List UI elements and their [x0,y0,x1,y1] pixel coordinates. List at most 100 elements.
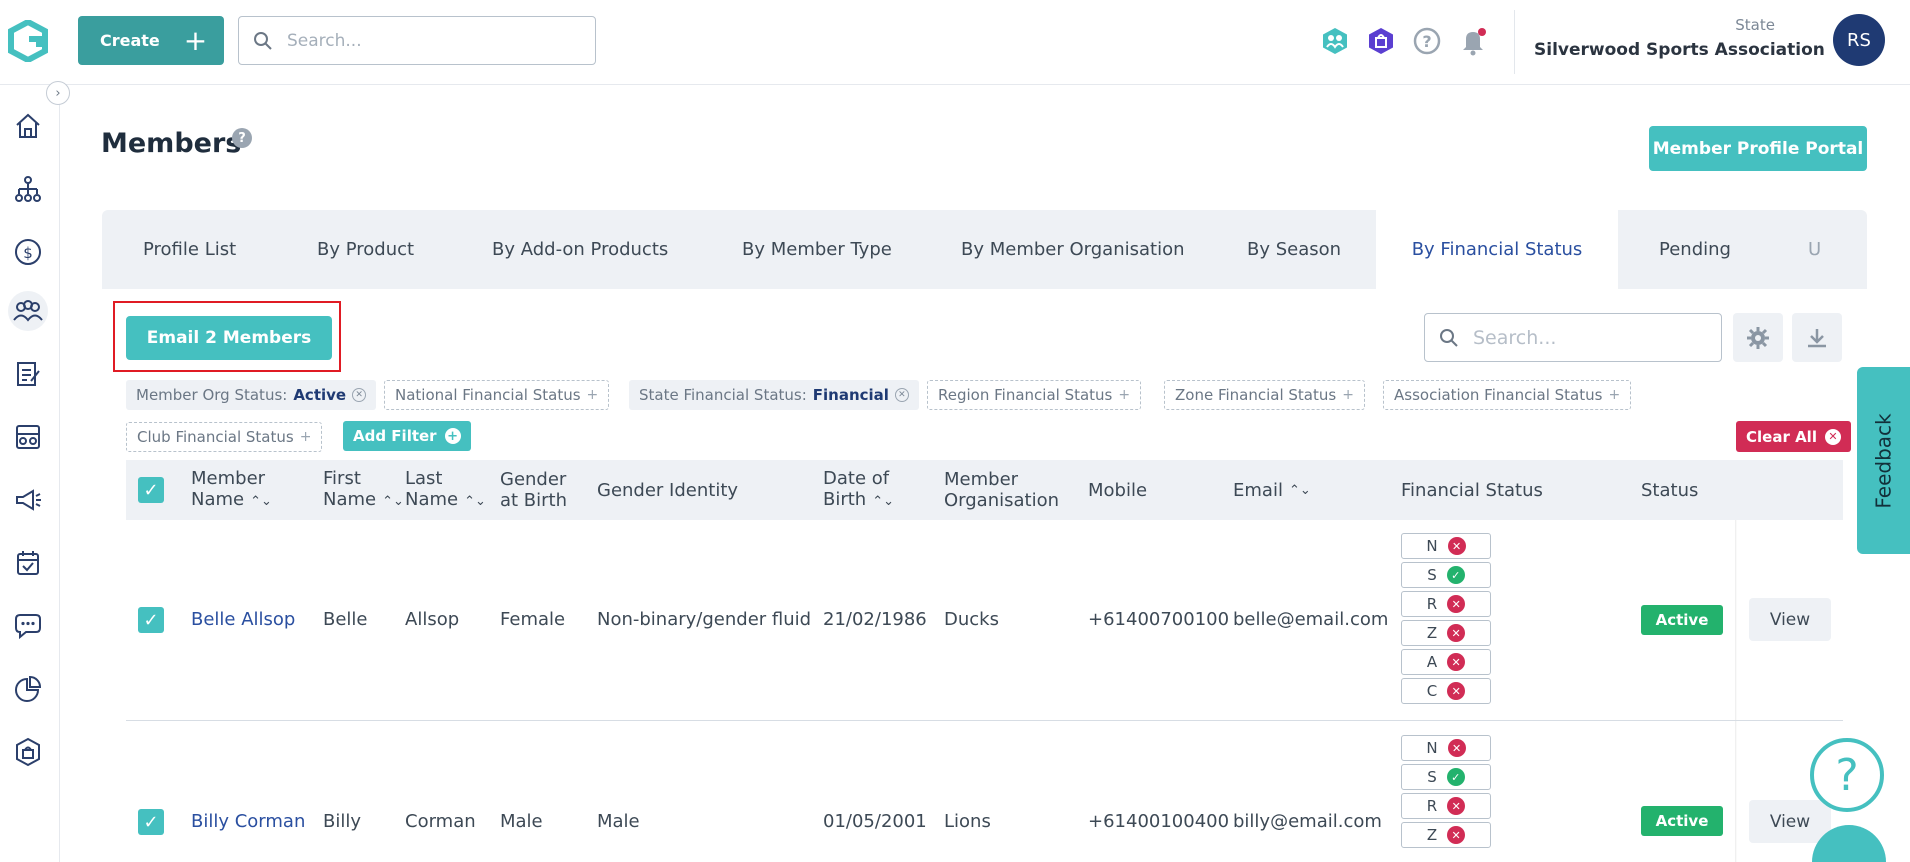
status-badge: Active [1641,806,1723,836]
financial-status-list: N ✕ S ✓ R ✕ Z ✕ [1401,735,1491,851]
competition-icon[interactable] [8,417,48,457]
filter-chip-association-financial-status[interactable]: Association Financial Status + [1383,380,1632,410]
view-button[interactable]: View [1749,598,1831,641]
sort-icon: ⌃⌄ [250,494,272,509]
clear-all-button[interactable]: Clear All ✕ [1736,421,1851,452]
last-name-cell: Allsop [405,609,460,630]
help-icon[interactable]: ? [1412,26,1442,56]
add-filter-button[interactable]: Add Filter + [343,421,471,451]
tab-pending[interactable]: Pending [1659,210,1731,289]
close-circle-icon: ✕ [1824,428,1841,445]
sidebar: $ [0,85,60,862]
sort-icon: ⌃⌄ [382,494,404,509]
tab-by-add-on-products[interactable]: By Add-on Products [492,210,668,289]
mobile-cell: +61400700100 [1088,609,1230,630]
tab-by-season[interactable]: By Season [1247,210,1341,289]
cross-circle-icon: ✕ [1447,653,1466,671]
financial-level-national: N ✕ [1401,735,1491,761]
table-search-placeholder: Search... [1473,326,1557,349]
create-button[interactable]: Create + [78,16,224,65]
filter-chip-club-financial-status[interactable]: Club Financial Status + [126,422,323,452]
notification-bell-icon[interactable] [1458,26,1488,56]
table-search-input[interactable]: Search... [1424,313,1722,362]
financial-status-list: N ✕ S ✓ R ✕ Z ✕ A ✕ C ✕ [1401,533,1491,707]
add-icon: + [1342,387,1354,403]
financial-level-region: R ✕ [1401,591,1491,617]
feedback-tab[interactable]: Feedback [1857,367,1910,554]
home-icon[interactable] [8,106,48,146]
shop-bag-icon[interactable] [8,732,48,772]
remove-filter-icon[interactable]: ✕ [894,388,909,402]
communications-chat-icon[interactable] [8,606,48,646]
add-icon: + [299,429,312,445]
remove-filter-icon[interactable]: ✕ [352,388,367,402]
sidebar-expand-chevron-icon[interactable]: › [46,81,70,105]
row-checkbox[interactable]: ✓ [138,607,164,633]
settings-gear-icon[interactable] [1733,313,1783,362]
row-divider [126,720,1843,721]
select-all-checkbox[interactable]: ✓ [138,477,164,503]
sort-icon: ⌃⌄ [464,494,486,509]
member-name-link[interactable]: Billy Corman [191,811,305,832]
column-header-last-name[interactable]: Last Name ⌃⌄ [405,460,486,520]
tab-by-member-type[interactable]: By Member Type [742,210,892,289]
cross-circle-icon: ✕ [1447,595,1466,613]
create-label: Create [100,31,160,50]
mobile-cell: +61400100400 [1088,811,1230,832]
sort-icon: ⌃⌄ [872,494,895,509]
app-logo-icon[interactable] [8,18,48,64]
registration-form-icon[interactable] [8,354,48,394]
filter-chip-region-financial-status[interactable]: Region Financial Status + [927,380,1142,410]
member-name-link[interactable]: Belle Allsop [191,609,295,630]
hierarchy-icon[interactable] [8,169,48,209]
table-header: ✓ Member Name ⌃⌄ First Name ⌃⌄ Last Name ⌃⌄ Ge… [126,460,1843,520]
column-header-first-name[interactable]: First Name ⌃⌄ [323,460,404,520]
column-header-email[interactable]: Email ⌃⌄ [1233,460,1311,520]
filter-chip-member-org-status[interactable]: Member Org Status: Active ✕ [126,380,377,410]
tab-truncated[interactable]: U [1808,210,1821,289]
cross-circle-icon: ✕ [1447,826,1466,844]
filter-label: State Financial Status: [639,386,807,404]
sticky-column-shadow [1735,520,1737,862]
member-profile-portal-button[interactable]: Member Profile Portal [1649,126,1867,171]
filter-chip-state-financial-status[interactable]: State Financial Status: Financial ✕ [629,380,919,410]
plus-circle-icon: + [444,428,461,444]
dob-cell: 21/02/1986 [823,609,927,630]
filter-label: Region Financial Status [938,386,1113,404]
search-icon [254,31,272,50]
members-icon[interactable] [8,291,48,331]
user-avatar[interactable]: RS [1833,14,1885,66]
global-search-input[interactable]: Search... [238,16,596,65]
filter-chip-national-financial-status[interactable]: National Financial Status + [384,380,610,410]
floating-help-icon[interactable]: ? [1810,738,1884,812]
events-calendar-icon[interactable] [8,543,48,583]
view-button[interactable]: View [1749,800,1831,843]
question-icon[interactable]: ? [232,128,252,148]
tab-by-product[interactable]: By Product [317,210,414,289]
community-icon[interactable] [1320,26,1350,56]
row-checkbox[interactable]: ✓ [138,809,164,835]
cross-circle-icon: ✕ [1447,797,1466,815]
column-header-date-of-birth[interactable]: Date of Birth ⌃⌄ [823,460,894,520]
cross-circle-icon: ✕ [1447,682,1466,700]
tab-profile-list[interactable]: Profile List [143,210,236,289]
filter-chip-zone-financial-status[interactable]: Zone Financial Status + [1164,380,1365,410]
filter-value: Active [293,386,347,404]
shop-icon[interactable] [1366,26,1396,56]
organisation-selector[interactable]: Silverwood Sports Association [1534,40,1847,60]
email-cell: belle@email.com [1233,609,1389,630]
search-icon [1440,328,1458,347]
sort-icon: ⌃⌄ [1288,482,1311,498]
reports-pie-chart-icon[interactable] [8,669,48,709]
tab-by-financial-status[interactable]: By Financial Status [1376,210,1618,289]
highlight-box [113,301,341,372]
column-header-member-name[interactable]: Member Name ⌃⌄ [191,460,272,520]
first-name-cell: Belle [323,609,368,630]
tab-by-member-organisation[interactable]: By Member Organisation [961,210,1185,289]
finance-icon[interactable]: $ [8,232,48,272]
financial-level-club: C ✕ [1401,678,1491,704]
organisation-cell: Ducks [944,609,999,630]
download-icon[interactable] [1792,313,1842,362]
announcement-megaphone-icon[interactable] [8,480,48,520]
dob-cell: 01/05/2001 [823,811,927,832]
